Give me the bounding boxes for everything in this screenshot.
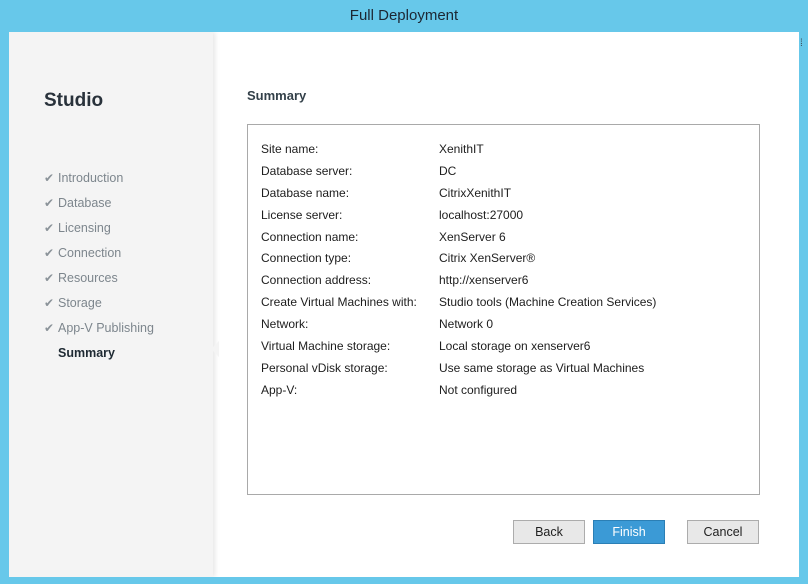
summary-label: Personal vDisk storage: [261,360,388,375]
step-label: Database [58,195,112,210]
step-label: Summary [58,345,115,360]
step-label: Storage [58,295,102,310]
summary-row: Network: Network 0 [261,313,656,335]
checkmark-icon: ✔ [44,270,55,285]
summary-row: Connection name: XenServer 6 [261,226,656,248]
nav-title: Studio [44,90,104,111]
cancel-button[interactable]: Cancel [687,520,759,544]
window-title: Full Deployment [349,7,459,24]
checkmark-icon: ✔ [44,195,55,210]
step-connection: ✔ Connection [44,240,154,265]
summary-label: Database server: [261,163,353,178]
summary-label: Connection address: [261,273,372,288]
current-step-pointer [211,341,219,357]
summary-row: Virtual Machine storage: Local storage on… [261,335,656,357]
summary-panel: Site name: XenithIT Database server: DC Da… [247,124,760,495]
summary-row: Connection address: http://xenserver6 [261,269,656,291]
summary-label: License server: [261,207,343,222]
summary-label: Network: [261,317,309,332]
page-title: Summary [247,88,307,103]
summary-list: Site name: XenithIT Database server: DC Da… [261,138,656,401]
edge-marker-icon: ⁞ [800,38,803,49]
step-licensing: ✔ Licensing [44,215,154,240]
step-label: Resources [58,270,118,285]
summary-label: Connection type: [261,251,352,266]
checkmark-icon: ✔ [44,245,55,260]
wizard-client-area: Studio ✔ Introduction ✔ Database ✔ Licensin… [9,32,799,577]
summary-value: CitrixXenithIT [439,185,512,200]
step-label: Licensing [58,220,111,235]
summary-row: Site name: XenithIT [261,138,656,160]
summary-row: Database name: CitrixXenithIT [261,182,656,204]
checkmark-icon: ✔ [44,220,55,235]
summary-value: DC [439,163,457,178]
wizard-nav-pane: Studio ✔ Introduction ✔ Database ✔ Licensin… [9,32,213,577]
step-summary: Summary [44,340,154,365]
summary-value: XenithIT [439,141,484,156]
checkmark-icon: ✔ [44,320,55,335]
summary-label: Site name: [261,141,319,156]
wizard-steps-list: ✔ Introduction ✔ Database ✔ Licensing ✔ Conn… [44,165,154,365]
summary-value: XenServer 6 [439,229,506,244]
step-appv-publishing: ✔ App-V Publishing [44,315,154,340]
step-storage: ✔ Storage [44,290,154,315]
summary-value: Local storage on xenserver6 [439,338,591,353]
summary-row: App-V: Not configured [261,379,656,401]
summary-value: Citrix XenServer® [439,251,536,266]
summary-row: Create Virtual Machines with: Studio tool… [261,291,656,313]
summary-row: Personal vDisk storage: Use same storage … [261,357,656,379]
summary-row: Database server: DC [261,160,656,182]
summary-label: Database name: [261,185,350,200]
step-label: Introduction [58,170,124,185]
summary-value: Not configured [439,382,518,397]
summary-value: localhost:27000 [439,207,524,222]
back-button[interactable]: Back [513,520,585,544]
summary-label: Create Virtual Machines with: [261,295,417,310]
summary-label: Virtual Machine storage: [261,338,391,353]
step-resources: ✔ Resources [44,265,154,290]
step-label: Connection [58,245,122,260]
summary-row: License server: localhost:27000 [261,204,656,226]
checkmark-icon: ✔ [44,295,55,310]
summary-value: Use same storage as Virtual Machines [439,360,645,375]
summary-label: Connection name: [261,229,359,244]
step-database: ✔ Database [44,190,154,215]
wizard-window: Full Deployment ⁞ Studio ✔ Introduction ✔… [0,0,808,584]
summary-label: App-V: [261,382,298,397]
step-introduction: ✔ Introduction [44,165,154,190]
summary-value: Network 0 [439,317,494,332]
checkmark-icon: ✔ [44,170,55,185]
step-label: App-V Publishing [58,320,154,335]
summary-row: Connection type: Citrix XenServer® [261,247,656,269]
summary-value: http://xenserver6 [439,273,529,288]
summary-value: Studio tools (Machine Creation Services) [439,295,657,310]
finish-button[interactable]: Finish [593,520,665,544]
